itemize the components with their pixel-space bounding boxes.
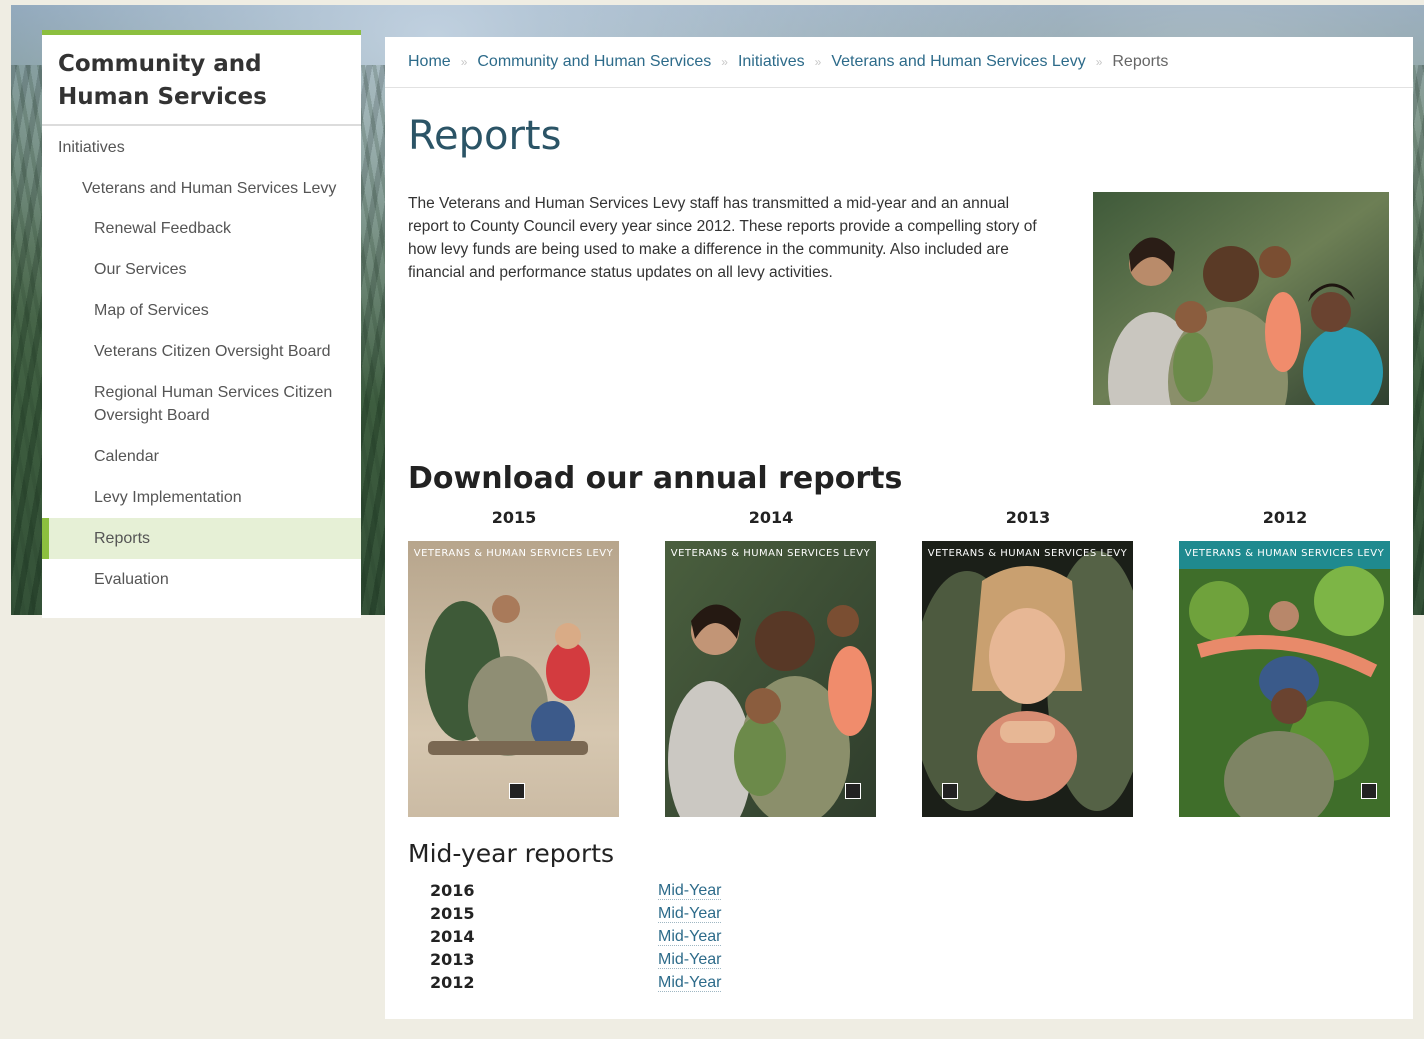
sidebar-item-levy-implementation[interactable]: Levy Implementation xyxy=(42,477,361,518)
breadcrumb-separator: » xyxy=(460,55,468,69)
king-county-logo-icon xyxy=(509,783,525,799)
report-cover-2012[interactable]: VETERANS & HUMAN SERVICES LEVY xyxy=(1179,541,1390,817)
breadcrumb-separator: » xyxy=(1095,55,1103,69)
sidebar-item-veterans-levy[interactable]: Veterans and Human Services Levy xyxy=(42,169,361,208)
midyear-link-2012[interactable]: Mid-Year xyxy=(658,974,722,992)
midyear-year: 2012 xyxy=(430,973,475,992)
report-cover-banner: VETERANS & HUMAN SERVICES LEVY xyxy=(670,548,871,559)
breadcrumb-veterans-levy[interactable]: Veterans and Human Services Levy xyxy=(831,53,1085,71)
breadcrumb-community-human-services[interactable]: Community and Human Services xyxy=(477,53,711,71)
page-title: Reports xyxy=(408,113,562,159)
king-county-logo-icon xyxy=(845,783,861,799)
sidebar-nav: Community and Human Services Initiatives… xyxy=(42,30,361,618)
breadcrumb-home[interactable]: Home xyxy=(408,53,451,71)
hero-family-photo xyxy=(1093,192,1389,405)
sidebar-item-calendar[interactable]: Calendar xyxy=(42,436,361,477)
breadcrumb-separator: » xyxy=(814,55,822,69)
report-cover-banner: VETERANS & HUMAN SERVICES LEVY xyxy=(927,548,1128,559)
midyear-year: 2015 xyxy=(430,904,475,923)
report-year: 2015 xyxy=(491,508,537,527)
sidebar-item-renewal-feedback[interactable]: Renewal Feedback xyxy=(42,208,361,249)
table-row: 2013 Mid-Year xyxy=(430,948,722,971)
annual-report-2012: 2012 VETERANS & HUMAN SERVICES LEVY xyxy=(1179,507,1391,817)
annual-report-2013: 2013 VETERANS & HUMAN SERVICES LEVY xyxy=(922,507,1134,817)
report-cover-2015[interactable]: VETERANS & HUMAN SERVICES LEVY xyxy=(408,541,619,817)
annual-reports-heading: Download our annual reports xyxy=(408,461,903,496)
report-cover-2013[interactable]: VETERANS & HUMAN SERVICES LEVY xyxy=(922,541,1133,817)
sidebar-item-evaluation[interactable]: Evaluation xyxy=(42,559,361,600)
table-row: 2016 Mid-Year xyxy=(430,879,722,902)
report-year: 2014 xyxy=(748,508,794,527)
king-county-logo-icon xyxy=(1361,783,1377,799)
breadcrumb-separator: » xyxy=(721,55,728,69)
report-year: 2013 xyxy=(1005,508,1051,527)
midyear-year: 2013 xyxy=(430,950,475,969)
report-year: 2012 xyxy=(1262,508,1308,527)
sidebar-item-reports[interactable]: Reports xyxy=(42,518,361,559)
midyear-link-2013[interactable]: Mid-Year xyxy=(658,951,722,969)
breadcrumb-initiatives[interactable]: Initiatives xyxy=(738,53,805,71)
table-row: 2014 Mid-Year xyxy=(430,925,722,948)
report-cover-banner: VETERANS & HUMAN SERVICES LEVY xyxy=(413,548,614,559)
breadcrumb-current: Reports xyxy=(1112,53,1169,70)
table-row: 2012 Mid-Year xyxy=(430,971,722,994)
annual-report-2015: 2015 VETERANS & HUMAN SERVICES LEVY xyxy=(408,507,620,817)
annual-report-2014: 2014 VETERANS & HUMAN SERVICES LEVY xyxy=(665,507,877,817)
breadcrumb: Home » Community and Human Services » In… xyxy=(385,37,1413,88)
report-cover-banner: VETERANS & HUMAN SERVICES LEVY xyxy=(1184,548,1385,559)
sidebar-item-our-services[interactable]: Our Services xyxy=(42,249,361,290)
midyear-year: 2014 xyxy=(430,927,475,946)
midyear-link-2016[interactable]: Mid-Year xyxy=(658,882,722,900)
main-content: Home » Community and Human Services » In… xyxy=(385,37,1413,1019)
sidebar-list: Initiatives Veterans and Human Services … xyxy=(42,126,361,600)
midyear-link-2015[interactable]: Mid-Year xyxy=(658,905,722,923)
intro-paragraph: The Veterans and Human Services Levy sta… xyxy=(408,195,1037,281)
midyear-link-2014[interactable]: Mid-Year xyxy=(658,928,722,946)
king-county-logo-icon xyxy=(942,783,958,799)
midyear-year: 2016 xyxy=(430,881,475,900)
report-cover-2014[interactable]: VETERANS & HUMAN SERVICES LEVY xyxy=(665,541,876,817)
sidebar-item-regional-oversight-board[interactable]: Regional Human Services Citizen Oversigh… xyxy=(42,372,361,436)
sidebar-item-veterans-oversight-board[interactable]: Veterans Citizen Oversight Board xyxy=(42,331,361,372)
midyear-reports-table: 2016 Mid-Year 2015 Mid-Year 2014 Mid-Yea… xyxy=(430,879,722,994)
sidebar-title[interactable]: Community and Human Services xyxy=(42,35,361,126)
sidebar-item-map-of-services[interactable]: Map of Services xyxy=(42,290,361,331)
sidebar-item-initiatives[interactable]: Initiatives xyxy=(42,126,361,169)
midyear-reports-heading: Mid-year reports xyxy=(408,839,615,868)
table-row: 2015 Mid-Year xyxy=(430,902,722,925)
